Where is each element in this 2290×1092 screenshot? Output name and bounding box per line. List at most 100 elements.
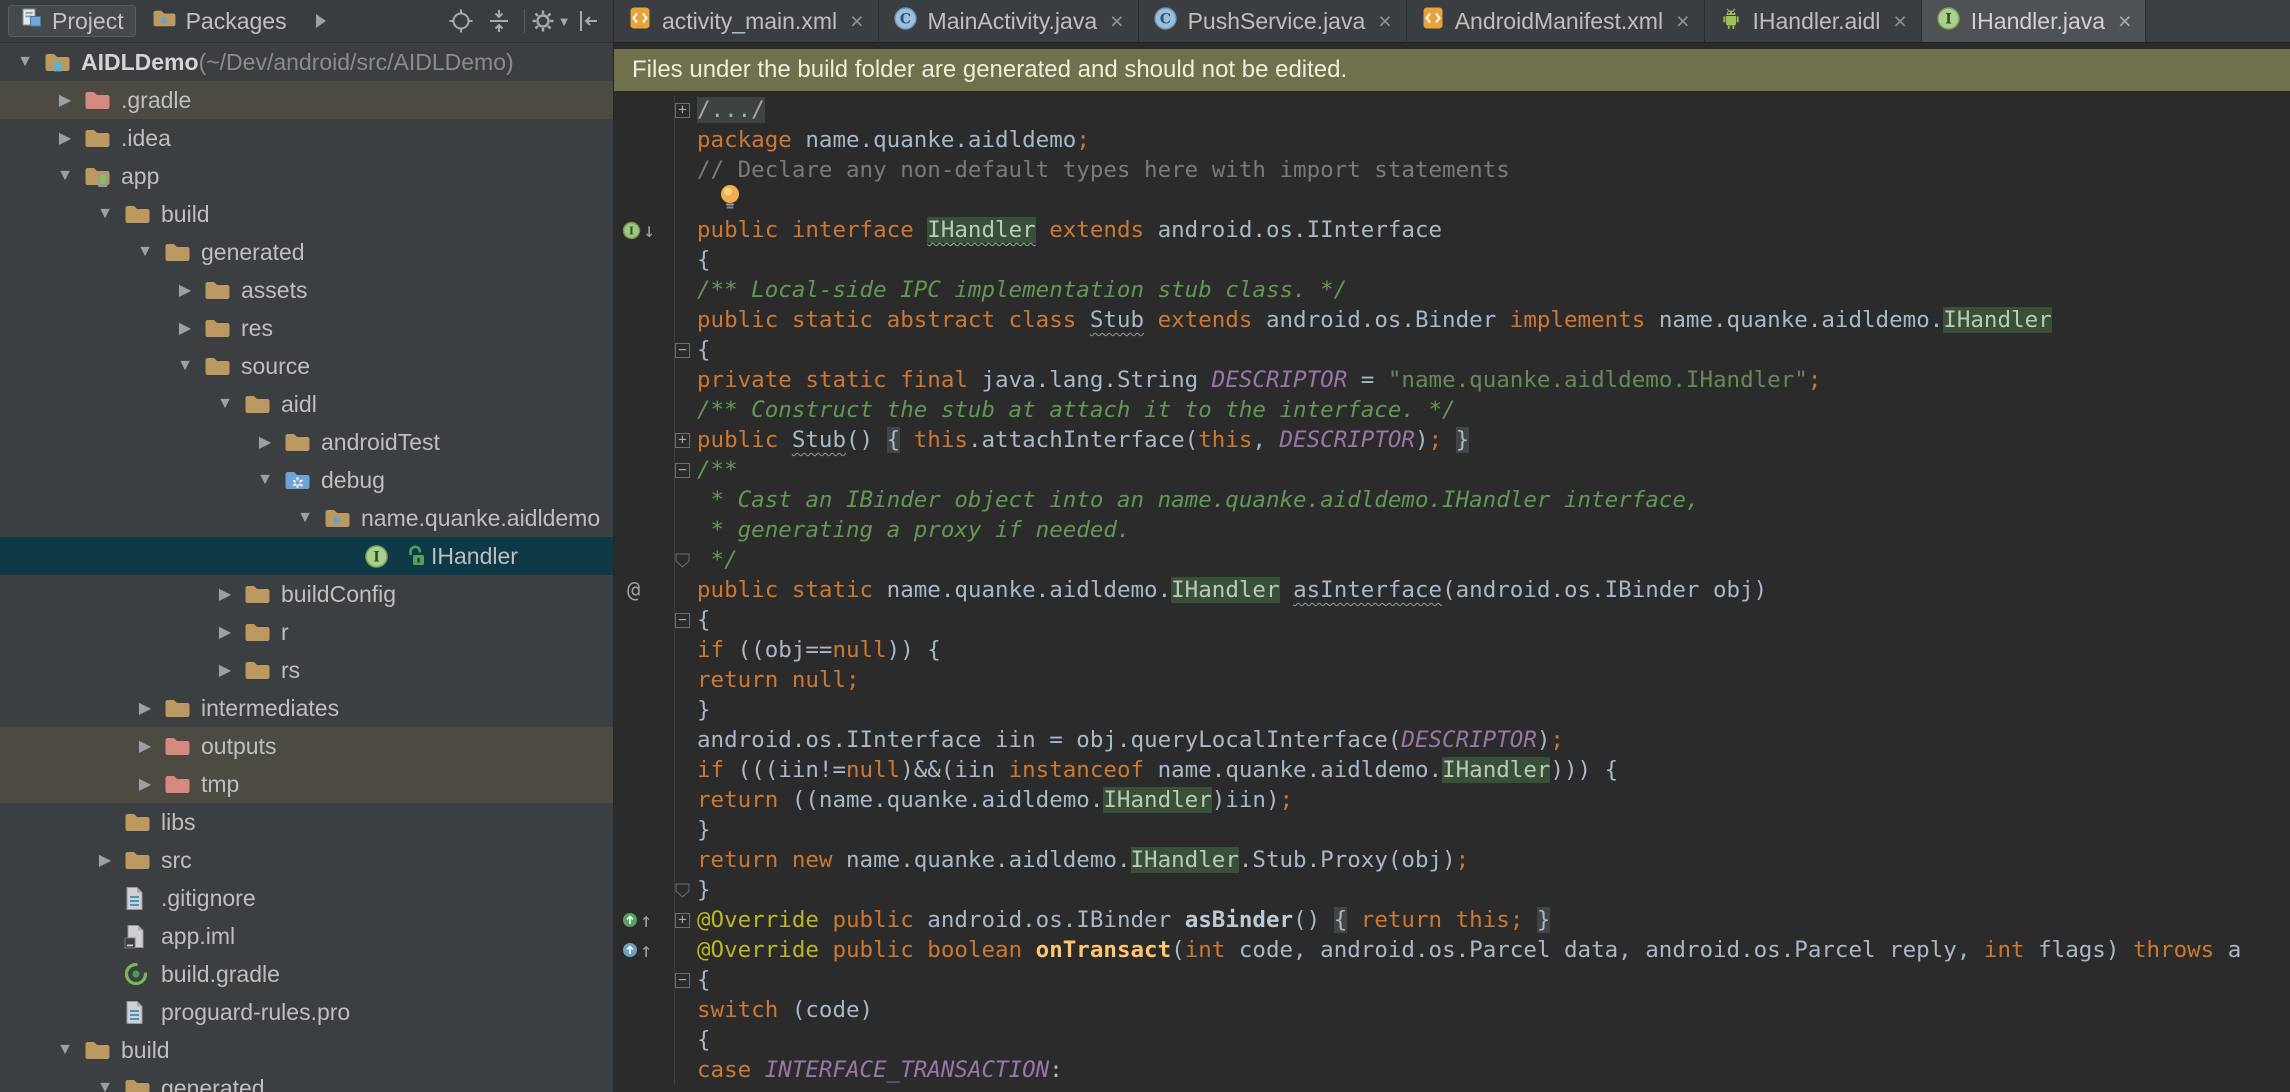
close-tab-icon[interactable]: × (1893, 8, 1906, 35)
chevron-collapsed-icon[interactable]: ▶ (126, 698, 164, 718)
tree-item-generated[interactable]: ▼generated (0, 233, 613, 271)
chevron-expanded-icon[interactable]: ▼ (166, 357, 204, 375)
close-tab-icon[interactable]: × (1676, 8, 1689, 35)
editor-tab-mainactivity-java[interactable]: CMainActivity.java× (879, 0, 1139, 42)
chevron-expanded-icon[interactable]: ▼ (206, 395, 244, 413)
tree-item-assets[interactable]: ▶assets (0, 271, 613, 309)
view-tab-project[interactable]: Project (8, 5, 136, 37)
fold-marker-plus[interactable]: + (674, 425, 697, 455)
close-tab-icon[interactable]: × (850, 8, 863, 35)
overriding-method-gutter-icon[interactable]: ↑ (614, 905, 674, 935)
tree-item-idea[interactable]: ▶.idea (0, 119, 613, 157)
code-line-28[interactable]: ↑+@Override public android.os.IBinder as… (614, 905, 2290, 935)
fold-marker-end[interactable] (674, 875, 697, 905)
code-line-24[interactable]: return ((name.quanke.aidldemo.IHandler)i… (614, 785, 2290, 815)
tree-item-androidtest[interactable]: ▶androidTest (0, 423, 613, 461)
editor-tab-pushservice-java[interactable]: CPushService.java× (1139, 0, 1407, 42)
tree-item-tmp[interactable]: ▶tmp (0, 765, 613, 803)
tree-item-buildconfig[interactable]: ▶buildConfig (0, 575, 613, 613)
tree-item-generated[interactable]: ▼generated (0, 1069, 613, 1092)
view-tab-packages[interactable]: Packages (140, 5, 299, 37)
tree-item-ihandler[interactable]: IIHandler (0, 537, 613, 575)
tree-item-libs[interactable]: libs (0, 803, 613, 841)
tree-item-source[interactable]: ▼source (0, 347, 613, 385)
chevron-expanded-icon[interactable]: ▼ (246, 471, 284, 489)
project-tree[interactable]: ▼AIDLDemo (~/Dev/android/src/AIDLDemo)▶.… (0, 43, 613, 1092)
code-line-26[interactable]: return new name.quanke.aidldemo.IHandler… (614, 845, 2290, 875)
code-line-30[interactable]: −{ (614, 965, 2290, 995)
fold-marker-minus[interactable]: − (674, 605, 697, 635)
code-line-25[interactable]: } (614, 815, 2290, 845)
intention-bulb-icon[interactable] (717, 183, 743, 217)
close-tab-icon[interactable]: × (1378, 8, 1391, 35)
code-line-18[interactable]: −{ (614, 605, 2290, 635)
editor-tab-ihandler-aidl[interactable]: IHandler.aidl× (1705, 0, 1922, 42)
code-line-8[interactable]: public static abstract class Stub extend… (614, 305, 2290, 335)
code-line-7[interactable]: /** Local-side IPC implementation stub c… (614, 275, 2290, 305)
code-line-3[interactable]: // Declare any non-default types here wi… (614, 155, 2290, 185)
chevron-collapsed-icon[interactable]: ▶ (206, 584, 244, 604)
code-line-29[interactable]: ↑@Override public boolean onTransact(int… (614, 935, 2290, 965)
chevron-expanded-icon[interactable]: ▼ (46, 1041, 84, 1059)
hide-panel-icon[interactable] (571, 4, 605, 38)
code-line-5[interactable]: I↓public interface IHandler extends andr… (614, 215, 2290, 245)
tree-item-res[interactable]: ▶res (0, 309, 613, 347)
code-line-4[interactable] (614, 185, 2290, 215)
chevron-expanded-icon[interactable]: ▼ (86, 205, 124, 223)
code-line-21[interactable]: } (614, 695, 2290, 725)
code-line-27[interactable]: } (614, 875, 2290, 905)
tree-item-build[interactable]: ▼build (0, 195, 613, 233)
code-line-14[interactable]: * Cast an IBinder object into an name.qu… (614, 485, 2290, 515)
code-line-15[interactable]: * generating a proxy if needed. (614, 515, 2290, 545)
code-line-32[interactable]: { (614, 1025, 2290, 1055)
editor-tab-ihandler-java[interactable]: IIHandler.java× (1922, 0, 2147, 42)
chevron-collapsed-icon[interactable]: ▶ (166, 280, 204, 300)
tree-item-aidl[interactable]: ▼aidl (0, 385, 613, 423)
tree-item-build[interactable]: ▼build (0, 1031, 613, 1069)
code-line-1[interactable]: +/.../ (614, 95, 2290, 125)
code-line-31[interactable]: switch (code) (614, 995, 2290, 1025)
tree-item-rs[interactable]: ▶rs (0, 651, 613, 689)
fold-marker-minus[interactable]: − (674, 335, 697, 365)
chevron-expanded-icon[interactable]: ▼ (6, 53, 44, 71)
code-line-17[interactable]: @public static name.quanke.aidldemo.IHan… (614, 575, 2290, 605)
chevron-collapsed-icon[interactable]: ▶ (246, 432, 284, 452)
locate-icon[interactable] (444, 4, 478, 38)
chevron-expanded-icon[interactable]: ▼ (126, 243, 164, 261)
code-line-2[interactable]: package name.quanke.aidldemo; (614, 125, 2290, 155)
tree-item-intermediates[interactable]: ▶intermediates (0, 689, 613, 727)
fold-marker-minus[interactable]: − (674, 455, 697, 485)
code-line-9[interactable]: −{ (614, 335, 2290, 365)
tree-item-name-quanke-aidldemo[interactable]: ▼name.quanke.aidldemo (0, 499, 613, 537)
chevron-collapsed-icon[interactable]: ▶ (206, 622, 244, 642)
tree-item-src[interactable]: ▶src (0, 841, 613, 879)
tree-item-gradle[interactable]: ▶.gradle (0, 81, 613, 119)
expand-chevron-icon[interactable] (303, 4, 337, 38)
tree-item-r[interactable]: ▶r (0, 613, 613, 651)
fold-marker-plus[interactable]: + (674, 95, 697, 125)
overridden-method-gutter-icon[interactable]: ↑ (614, 935, 674, 965)
chevron-expanded-icon[interactable]: ▼ (86, 1079, 124, 1092)
code-line-11[interactable]: /** Construct the stub at attach it to t… (614, 395, 2290, 425)
close-tab-icon[interactable]: × (2118, 8, 2131, 35)
chevron-collapsed-icon[interactable]: ▶ (206, 660, 244, 680)
chevron-collapsed-icon[interactable]: ▶ (166, 318, 204, 338)
editor-tab-activity-main-xml[interactable]: activity_main.xml× (614, 0, 879, 42)
chevron-collapsed-icon[interactable]: ▶ (86, 850, 124, 870)
chevron-collapsed-icon[interactable]: ▶ (126, 736, 164, 756)
chevron-expanded-icon[interactable]: ▼ (46, 167, 84, 185)
code-line-23[interactable]: if (((iin!=null)&&(iin instanceof name.q… (614, 755, 2290, 785)
fold-marker-end[interactable] (674, 545, 697, 575)
editor-tab-androidmanifest-xml[interactable]: AndroidManifest.xml× (1407, 0, 1705, 42)
code-line-33[interactable]: case INTERFACE_TRANSACTION: (614, 1055, 2290, 1085)
code-line-16[interactable]: */ (614, 545, 2290, 575)
chevron-collapsed-icon[interactable]: ▶ (46, 128, 84, 148)
settings-gear-icon[interactable]: ▼ (533, 4, 567, 38)
implementations-gutter-icon[interactable]: I↓ (614, 215, 674, 245)
close-tab-icon[interactable]: × (1110, 8, 1123, 35)
tree-item-app-iml[interactable]: app.iml (0, 917, 613, 955)
code-line-22[interactable]: android.os.IInterface iin = obj.queryLoc… (614, 725, 2290, 755)
fold-marker-plus[interactable]: + (674, 905, 697, 935)
tree-item-proguard-rules-pro[interactable]: proguard-rules.pro (0, 993, 613, 1031)
code-line-6[interactable]: { (614, 245, 2290, 275)
